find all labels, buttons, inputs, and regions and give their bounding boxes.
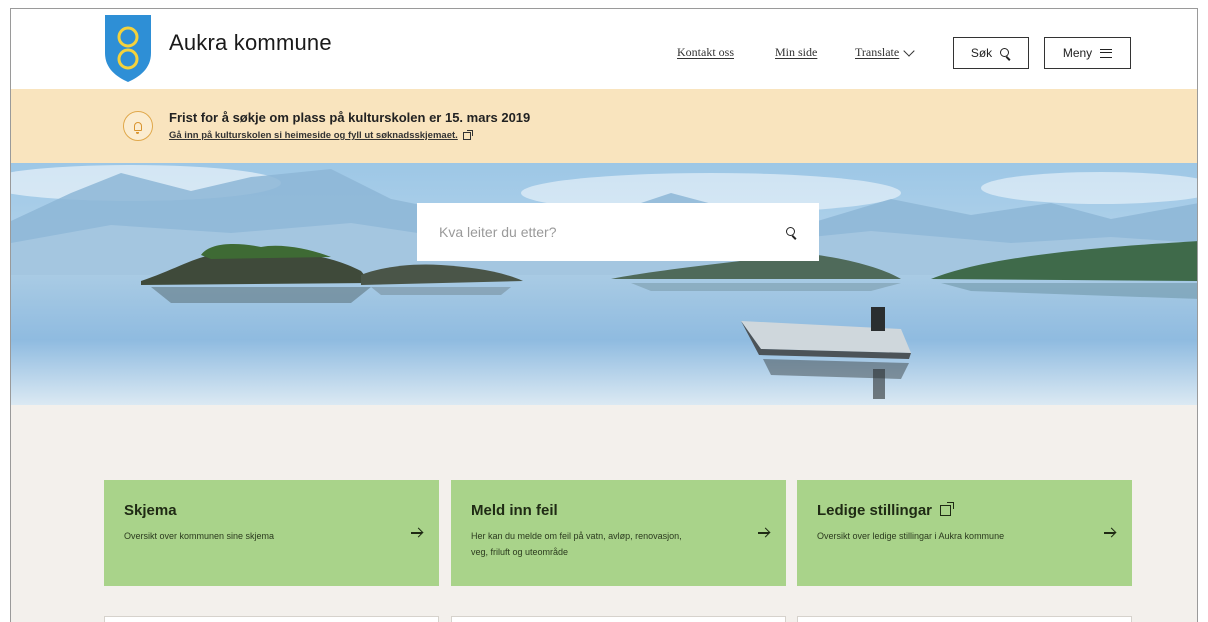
- page: Aukra kommune Kontakt oss Min side Trans…: [10, 8, 1198, 622]
- search-button[interactable]: Søk: [953, 37, 1029, 69]
- translate-dropdown[interactable]: Translate: [855, 44, 915, 60]
- external-link-icon: [940, 502, 955, 516]
- alert-link[interactable]: Gå inn på kulturskolen si heimeside og f…: [169, 129, 473, 141]
- nav-my-page-link[interactable]: Min side: [775, 45, 817, 60]
- fjord-landscape-image: [11, 163, 1197, 405]
- coat-of-arms-icon[interactable]: [103, 13, 153, 83]
- alert-banner: Frist for å søkje om plass på kulturskol…: [11, 89, 1197, 163]
- card-title-text: Meld inn feil: [471, 502, 558, 519]
- alert-link-text: Gå inn på kulturskolen si heimeside og f…: [169, 130, 458, 141]
- card-description: Her kan du melde om feil på vatn, avløp,…: [471, 531, 682, 557]
- card-partial[interactable]: [451, 616, 786, 622]
- search-input[interactable]: Kva leiter du etter?: [439, 224, 786, 240]
- arrow-right-icon: [411, 528, 423, 538]
- nav-contact-link[interactable]: Kontakt oss: [677, 45, 734, 60]
- search-icon: [1000, 47, 1011, 59]
- menu-button-label: Meny: [1062, 46, 1093, 60]
- chevron-down-icon: [903, 44, 915, 57]
- search-icon[interactable]: [786, 226, 797, 238]
- site-header: Aukra kommune Kontakt oss Min side Trans…: [11, 9, 1197, 89]
- card-description: Oversikt over kommunen sine skjema: [124, 531, 275, 541]
- card-skjema[interactable]: Skjema Oversikt over kommunen sine skjem…: [104, 480, 439, 586]
- card-meld-inn-feil[interactable]: Meld inn feil Her kan du melde om feil p…: [451, 480, 786, 586]
- hero-image: Kva leiter du etter?: [11, 163, 1197, 405]
- menu-button[interactable]: Meny: [1044, 37, 1131, 69]
- site-brand[interactable]: Aukra kommune: [169, 30, 332, 56]
- card-partial[interactable]: [104, 616, 439, 622]
- card-partial[interactable]: [797, 616, 1132, 622]
- search-button-label: Søk: [970, 46, 993, 60]
- card-ledige-stillingar[interactable]: Ledige stillingar Oversikt over ledige s…: [797, 480, 1132, 586]
- alert-title: Frist for å søkje om plass på kulturskol…: [169, 110, 531, 125]
- card-title-text: Ledige stillingar: [817, 502, 933, 519]
- hamburger-icon: [1100, 48, 1113, 58]
- card-description: Oversikt over ledige stillingar i Aukra …: [817, 531, 1005, 541]
- card-title: Ledige stillingar: [817, 502, 1112, 519]
- card-title: Meld inn feil: [471, 502, 766, 519]
- arrow-right-icon: [758, 528, 770, 538]
- arrow-right-icon: [1104, 528, 1116, 538]
- external-link-icon: [462, 129, 473, 140]
- bell-icon: [123, 111, 153, 141]
- hero-search-field[interactable]: Kva leiter du etter?: [417, 203, 819, 261]
- translate-label: Translate: [855, 45, 900, 59]
- card-title-text: Skjema: [124, 502, 177, 519]
- card-title: Skjema: [124, 502, 419, 519]
